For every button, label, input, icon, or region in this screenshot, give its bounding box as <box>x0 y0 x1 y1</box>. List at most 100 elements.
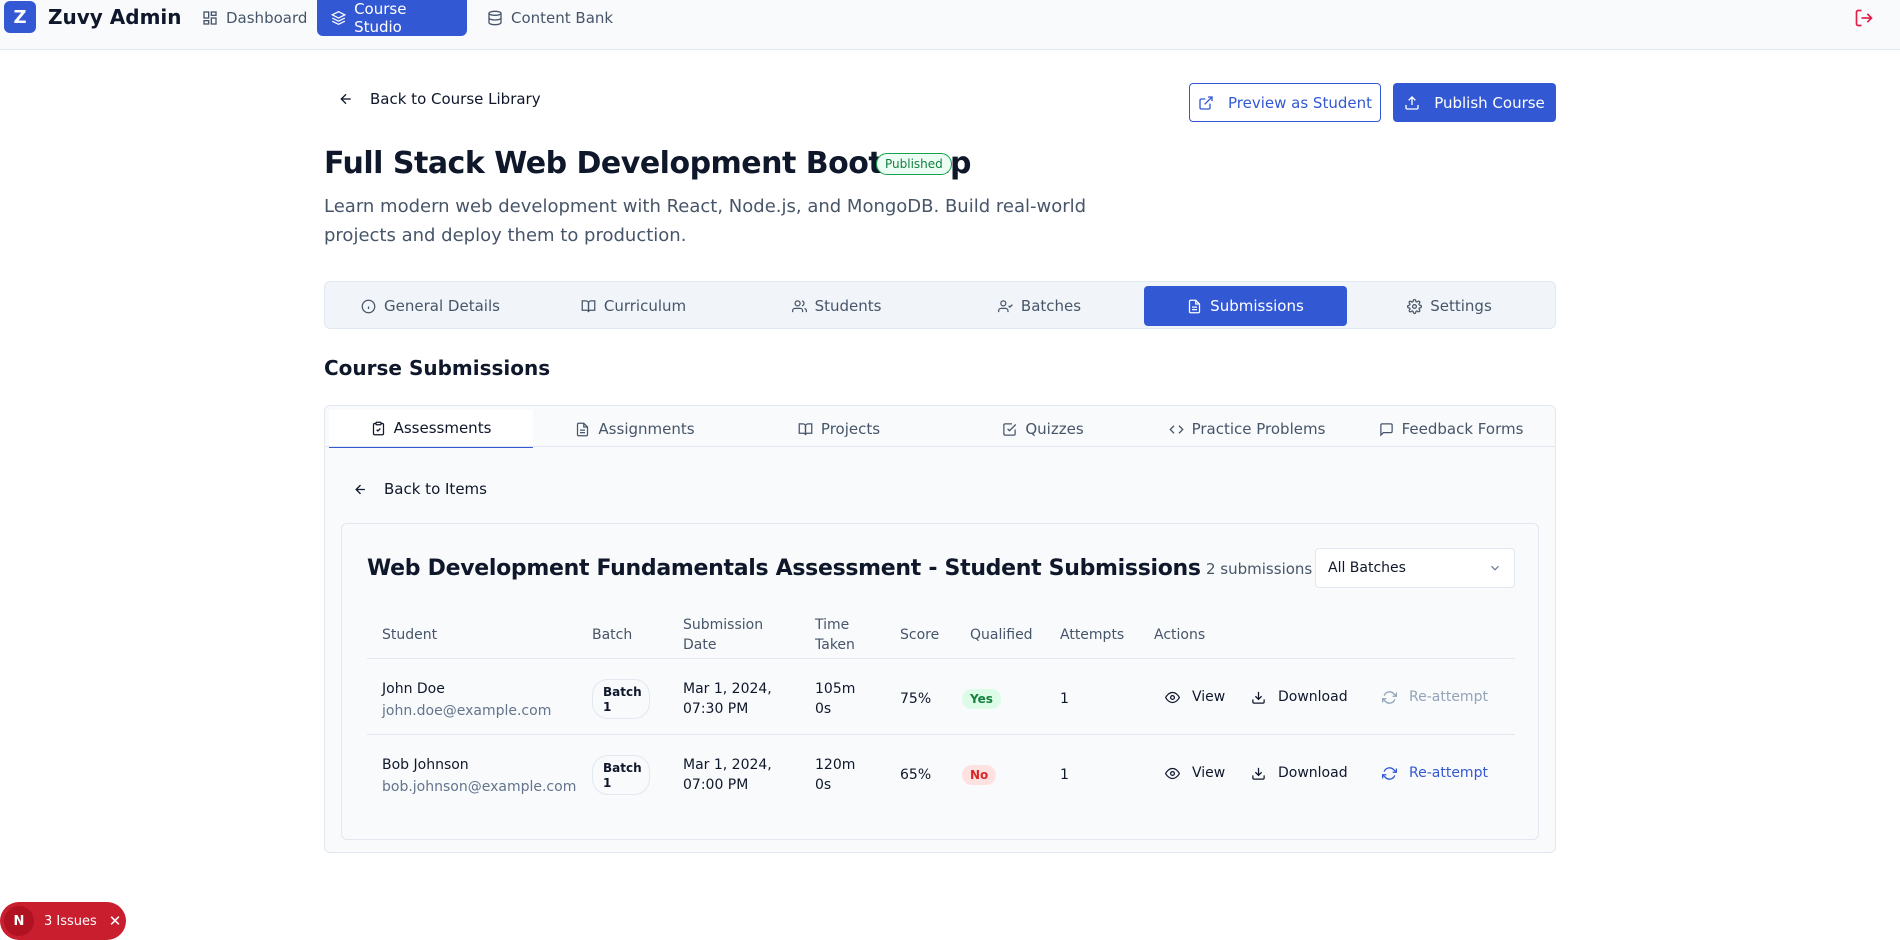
batch-filter-value: All Batches <box>1328 560 1406 576</box>
subtab-quizzes[interactable]: Quizzes <box>941 410 1145 448</box>
subtab-projects[interactable]: Projects <box>737 410 941 448</box>
issues-count-label: 3 Issues <box>44 913 97 929</box>
chevron-down-icon <box>1491 565 1499 571</box>
subtab-assignments[interactable]: Assignments <box>533 410 737 448</box>
student-name: John Doe <box>382 681 445 697</box>
subtab-feedback-forms[interactable]: Feedback Forms <box>1349 410 1553 448</box>
course-title: Full Stack Web Development Bootcamp <box>324 146 971 181</box>
submission-type-tabs: Assessments Assignments Projects Quizzes… <box>329 410 1551 448</box>
subtab-assessments[interactable]: Assessments <box>329 410 533 448</box>
tab-settings[interactable]: Settings <box>1348 286 1551 326</box>
header-batch: Batch <box>592 627 633 643</box>
tab-settings-label: Settings <box>1430 297 1492 315</box>
subtab-feedback-forms-label: Feedback Forms <box>1401 420 1524 438</box>
attempts-value: 1 <box>1060 691 1069 707</box>
header-actions: Actions <box>1154 627 1206 643</box>
nav-course-studio[interactable]: Course Studio <box>317 0 467 36</box>
app-logo[interactable]: Z <box>4 1 36 33</box>
tab-curriculum[interactable]: Curriculum <box>532 286 735 326</box>
tab-general-details-label: General Details <box>384 297 500 315</box>
external-link-icon <box>1199 95 1213 110</box>
database-icon <box>488 10 502 26</box>
publish-course-label: Publish Course <box>1434 93 1545 112</box>
header-divider <box>367 658 1515 659</box>
header-submission-date-1: Submission <box>683 617 764 633</box>
issues-toast[interactable]: N 3 Issues ✕ <box>0 902 126 940</box>
info-icon <box>361 299 376 313</box>
book-open-icon <box>798 422 813 435</box>
app-name[interactable]: Zuvy Admin <box>48 5 182 29</box>
download-button[interactable]: Download <box>1251 689 1348 705</box>
view-label: View <box>1192 765 1226 781</box>
submission-date-line-2: 07:00 PM <box>683 777 749 793</box>
course-tabs: General Details Curriculum Students Batc… <box>324 281 1556 329</box>
tab-students[interactable]: Students <box>735 286 938 326</box>
reattempt-label: Re-attempt <box>1409 689 1488 705</box>
reattempt-button[interactable]: Re-attempt <box>1382 765 1488 781</box>
nav-dashboard-label: Dashboard <box>226 9 308 27</box>
reattempt-button[interactable]: Re-attempt <box>1382 689 1488 705</box>
submissions-panel: Assessments Assignments Projects Quizzes… <box>324 405 1556 853</box>
back-to-items-label: Back to Items <box>384 480 487 498</box>
download-icon <box>1252 767 1265 780</box>
layers-icon <box>331 11 347 25</box>
section-title: Course Submissions <box>324 356 551 380</box>
student-name: Bob Johnson <box>382 757 469 773</box>
back-to-course-library[interactable]: Back to Course Library <box>338 90 541 108</box>
assessment-title: Web Development Fundamentals Assessment … <box>367 556 1201 581</box>
batch-pill-line-2: 1 <box>603 776 612 790</box>
logout-icon[interactable] <box>1854 8 1874 28</box>
attempts-value: 1 <box>1060 767 1069 783</box>
preview-as-student-button[interactable]: Preview as Student <box>1189 83 1381 122</box>
download-button[interactable]: Download <box>1251 765 1348 781</box>
close-icon[interactable]: ✕ <box>109 912 122 930</box>
header-time-taken-1: Time <box>815 617 850 633</box>
tab-batches[interactable]: Batches <box>938 286 1141 326</box>
submissions-card: Web Development Fundamentals Assessment … <box>341 523 1539 840</box>
subtab-quizzes-label: Quizzes <box>1025 420 1084 438</box>
time-taken-line-2: 0s <box>815 777 832 793</box>
header-attempts: Attempts <box>1060 627 1125 643</box>
tab-general-details[interactable]: General Details <box>329 286 532 326</box>
code-icon <box>1168 424 1184 434</box>
nav-dashboard[interactable]: Dashboard <box>188 0 321 36</box>
time-taken-line-1: 105m <box>815 681 856 697</box>
qualified-badge: Yes <box>962 689 1001 709</box>
batch-pill-line-1: Batch <box>603 761 642 775</box>
tab-submissions[interactable]: Submissions <box>1144 286 1347 326</box>
view-button[interactable]: View <box>1165 689 1225 705</box>
publish-course-button[interactable]: Publish Course <box>1393 83 1556 122</box>
view-button[interactable]: View <box>1165 765 1225 781</box>
tab-curriculum-label: Curriculum <box>603 297 687 315</box>
subtab-projects-label: Projects <box>820 420 881 438</box>
book-open-icon <box>581 299 596 312</box>
batch-filter-select[interactable]: All Batches <box>1315 548 1515 588</box>
nav-course-studio-label: Course Studio <box>354 0 407 36</box>
eye-icon <box>1165 691 1180 703</box>
header-qualified: Qualified <box>970 627 1033 643</box>
arrow-left-icon <box>355 484 365 494</box>
nav-content-bank[interactable]: Content Bank <box>473 0 627 36</box>
download-label: Download <box>1278 689 1348 705</box>
tabs-divider <box>325 446 1555 447</box>
header-score: Score <box>900 627 940 643</box>
student-email: bob.johnson@example.com <box>382 779 577 795</box>
back-to-items[interactable]: Back to Items <box>353 480 487 498</box>
time-taken-line-1: 120m <box>815 757 856 773</box>
tab-students-label: Students <box>814 297 882 315</box>
gear-icon <box>1407 298 1423 314</box>
view-label: View <box>1192 689 1226 705</box>
tab-submissions-label: Submissions <box>1210 297 1304 315</box>
qualified-badge: No <box>962 765 997 785</box>
subtab-practice-problems[interactable]: Practice Problems <box>1145 410 1349 448</box>
refresh-icon <box>1382 690 1397 704</box>
user-check-icon <box>997 299 1013 312</box>
status-badge: Published <box>876 153 952 175</box>
batch-pill-line-1: Batch <box>603 685 642 699</box>
clipboard-check-icon <box>372 421 384 435</box>
eye-icon <box>1165 767 1180 779</box>
file-text-icon <box>1189 299 1201 313</box>
reattempt-label: Re-attempt <box>1409 765 1488 781</box>
refresh-icon <box>1382 766 1397 780</box>
submission-date-line-2: 07:30 PM <box>683 701 749 717</box>
